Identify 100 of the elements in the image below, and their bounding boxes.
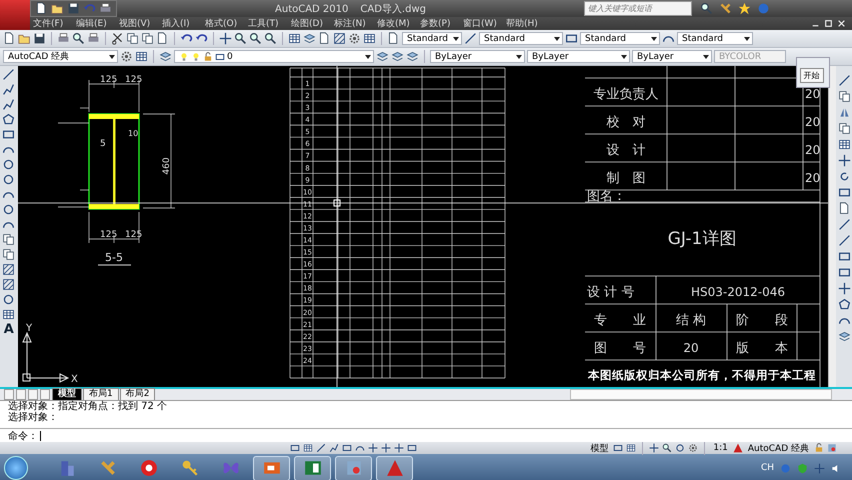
hatch-icon[interactable] (333, 32, 346, 45)
move-icon[interactable] (219, 32, 232, 45)
rectangle-icon[interactable] (838, 266, 851, 279)
move-icon[interactable] (649, 443, 660, 453)
rectangle-icon[interactable] (2, 128, 16, 141)
file-icon[interactable] (387, 32, 400, 45)
tab-nav-button[interactable] (40, 389, 50, 400)
move-icon[interactable] (394, 443, 404, 453)
search-field[interactable]: 键入关键字或短语 (584, 1, 692, 16)
zoom-icon[interactable] (249, 32, 262, 45)
lock-icon[interactable] (814, 443, 824, 453)
file-icon[interactable] (3, 32, 16, 45)
style-dropdown[interactable]: Standard (677, 32, 753, 45)
zoom-icon[interactable] (264, 32, 277, 45)
zoom-icon[interactable] (72, 32, 85, 45)
layers-icon[interactable] (391, 50, 404, 63)
menu-item[interactable]: 绘图(D) (291, 17, 334, 30)
rectangle-icon[interactable] (290, 443, 300, 453)
circle-icon[interactable] (2, 173, 16, 186)
line-icon[interactable] (838, 218, 851, 231)
zoom-icon[interactable] (234, 32, 247, 45)
layout-tab[interactable]: 布局1 (83, 388, 119, 400)
copy-icon[interactable] (2, 248, 16, 261)
printer-icon[interactable] (57, 32, 70, 45)
hatch-icon[interactable] (2, 263, 16, 276)
circle-icon[interactable] (2, 158, 16, 171)
annotation-scale-button[interactable]: 1:1 (711, 443, 730, 453)
zoom-icon[interactable] (662, 443, 672, 453)
file-icon[interactable] (35, 2, 48, 15)
tab-nav-button[interactable] (16, 389, 26, 400)
menu-item[interactable]: 窗口(W) (463, 17, 506, 30)
menu-item[interactable]: 视图(V) (119, 17, 162, 30)
layers-icon[interactable] (303, 32, 316, 45)
table-icon[interactable] (363, 32, 376, 45)
taskbar-button[interactable] (294, 456, 331, 480)
table-icon[interactable] (838, 138, 851, 151)
property-dropdown[interactable]: ByLayer (430, 50, 525, 63)
polygon-icon[interactable] (2, 113, 16, 126)
rectangle-icon[interactable] (407, 443, 417, 453)
copy-icon[interactable] (141, 32, 154, 45)
line-icon[interactable] (838, 74, 851, 87)
style-dropdown[interactable]: Standard (402, 32, 462, 45)
move-icon[interactable] (381, 443, 391, 453)
layers-icon[interactable] (838, 330, 851, 343)
menu-item[interactable]: 参数(P) (420, 17, 463, 30)
taskbar-button[interactable] (335, 456, 372, 480)
scissors-icon[interactable] (111, 32, 124, 45)
printer-icon[interactable] (87, 32, 100, 45)
triangle-icon[interactable] (732, 443, 743, 453)
model-status-button[interactable]: 模型 (588, 442, 610, 454)
zoom-icon[interactable] (700, 2, 713, 15)
gear-icon[interactable] (120, 50, 133, 63)
move-icon[interactable] (368, 443, 378, 453)
language-indicator[interactable]: CH (760, 463, 774, 473)
tab-nav-button[interactable] (4, 389, 14, 400)
property-dropdown[interactable]: ByLayer (632, 50, 712, 63)
table-icon[interactable] (626, 443, 636, 453)
rectangle-icon[interactable] (565, 32, 578, 45)
file-icon[interactable] (318, 32, 331, 45)
table-icon[interactable] (288, 32, 301, 45)
table-icon[interactable] (2, 308, 16, 321)
folder-icon[interactable] (51, 2, 64, 15)
table-icon[interactable] (303, 443, 313, 453)
style-dropdown[interactable]: Standard (580, 32, 660, 45)
layers-icon[interactable] (159, 50, 172, 63)
polyline-icon[interactable] (329, 443, 339, 453)
start-button[interactable] (4, 456, 28, 480)
close-icon[interactable] (837, 19, 846, 28)
file-icon[interactable] (156, 32, 169, 45)
folder-icon[interactable] (18, 32, 31, 45)
rectangle-icon[interactable] (838, 250, 851, 263)
circle-icon[interactable] (2, 203, 16, 216)
workspace-status-button[interactable]: AutoCAD 经典 (746, 442, 811, 454)
menu-item[interactable]: 插入(I) (162, 17, 205, 30)
line-icon[interactable] (838, 234, 851, 247)
start-button[interactable]: 开始 (800, 68, 824, 83)
layers-icon[interactable] (406, 50, 419, 63)
picture-frame-icon[interactable] (827, 443, 837, 453)
layer-dropdown[interactable]: 0 (174, 50, 374, 63)
line-icon[interactable] (464, 32, 477, 45)
circle-icon[interactable] (2, 293, 16, 306)
menu-item[interactable]: 帮助(H) (506, 17, 549, 30)
rectangle-icon[interactable] (613, 443, 624, 453)
taskbar-button[interactable] (376, 456, 413, 480)
circle-icon[interactable] (675, 443, 686, 453)
copy-icon[interactable] (838, 90, 851, 103)
rotate-icon[interactable] (838, 170, 851, 183)
line-icon[interactable] (316, 443, 326, 453)
star-icon[interactable] (738, 2, 751, 15)
menu-item[interactable]: 修改(M) (377, 17, 420, 30)
tab-nav-button[interactable] (28, 389, 38, 400)
taskbar-button[interactable] (253, 456, 290, 480)
line-icon[interactable] (2, 68, 16, 81)
rectangle-icon[interactable] (838, 186, 851, 199)
layout-tab[interactable]: 模型 (52, 388, 82, 400)
menu-item[interactable]: 工具(T) (248, 17, 291, 30)
copy-icon[interactable] (126, 32, 139, 45)
style-dropdown[interactable]: Standard (479, 32, 563, 45)
polyline-icon[interactable] (2, 98, 16, 111)
table-icon[interactable] (135, 50, 148, 63)
